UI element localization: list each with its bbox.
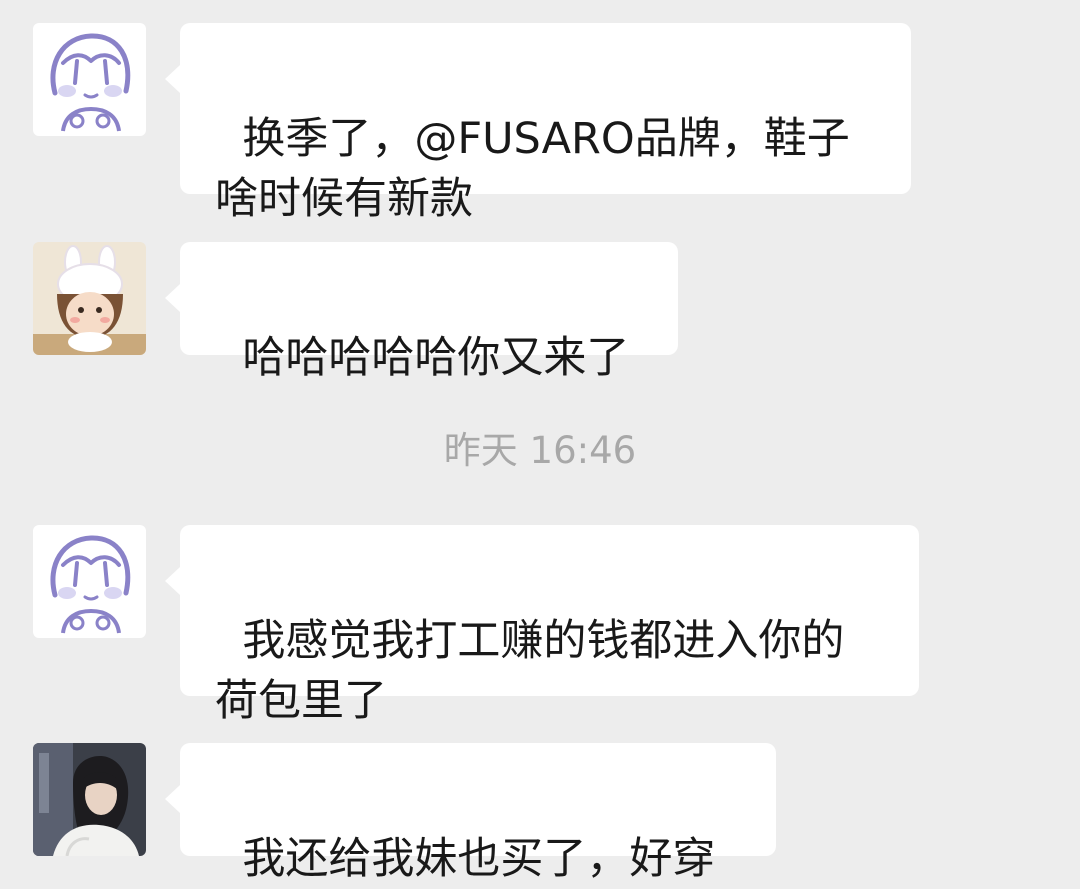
avatar-sender-c[interactable] xyxy=(33,743,146,856)
message-text: 哈哈哈哈哈你又来了 xyxy=(242,333,630,383)
avatar-sender-a[interactable] xyxy=(33,525,146,638)
girl-sketch-avatar-icon xyxy=(33,525,146,638)
message-text: 我还给我妹也买了，好穿 xyxy=(242,834,716,884)
bunny-hat-girl-avatar-icon xyxy=(33,242,146,355)
girl-sketch-avatar-icon xyxy=(33,23,146,136)
message-text: 我感觉我打工赚的钱都进入你的 荷包里了 xyxy=(215,616,845,726)
message-text: 换季了，@FUSARO品牌，鞋子 啥时候有新款 xyxy=(215,114,850,224)
message-bubble[interactable]: 换季了，@FUSARO品牌，鞋子 啥时候有新款 xyxy=(165,23,911,224)
chat-timestamp: 昨天 16:46 xyxy=(443,429,637,472)
avatar-sender-b[interactable] xyxy=(33,242,146,355)
message-bubble[interactable]: 哈哈哈哈哈你又来了 xyxy=(165,242,678,383)
message-bubble[interactable]: 我还给我妹也买了，好穿 xyxy=(165,743,776,884)
avatar-sender-a[interactable] xyxy=(33,23,146,136)
woman-photo-avatar-icon xyxy=(33,743,146,856)
message-bubble[interactable]: 我感觉我打工赚的钱都进入你的 荷包里了 xyxy=(165,525,919,726)
